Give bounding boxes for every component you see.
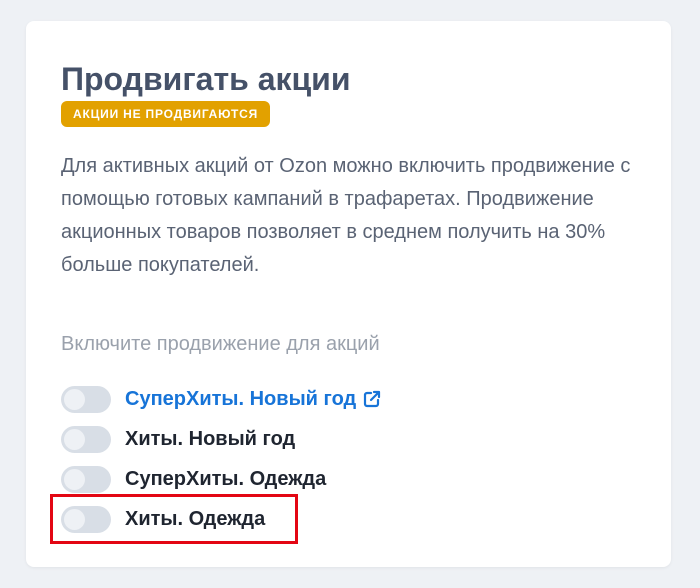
promo-item-hits-clothing: Хиты. Одежда <box>61 499 382 539</box>
promo-label: Хиты. Одежда <box>125 508 266 530</box>
promo-label: СуперХиты. Новый год <box>125 388 357 410</box>
promo-item-superhits-clothing: СуперХиты. Одежда <box>61 459 382 499</box>
card-description: Для активных акций от Ozon можно включит… <box>61 155 631 276</box>
promo-toggle-superhits-clothing[interactable] <box>61 465 111 493</box>
promo-toggle-superhits-new-year[interactable] <box>61 385 111 413</box>
promo-list: СуперХиты. Новый год Хиты. Новый год Суп… <box>61 379 382 539</box>
promo-label: Хиты. Новый год <box>125 428 296 450</box>
promo-link-superhits-new-year[interactable]: СуперХиты. Новый год <box>125 386 382 412</box>
promo-toggle-hits-clothing[interactable] <box>61 505 111 533</box>
status-badge: АКЦИИ НЕ ПРОДВИГАЮТСЯ <box>61 101 271 127</box>
promo-toggle-hits-new-year[interactable] <box>61 425 111 453</box>
promo-item-hits-new-year: Хиты. Новый год <box>61 419 382 459</box>
toggle-knob <box>64 508 85 530</box>
promo-label: СуперХиты. Одежда <box>125 468 327 490</box>
toggle-knob <box>64 428 85 450</box>
external-link-icon <box>364 390 381 408</box>
promo-settings-card: Продвигать акции АКЦИИ НЕ ПРОДВИГАЮТСЯ Д… <box>26 21 671 567</box>
promo-item-superhits-new-year: СуперХиты. Новый год <box>61 379 382 419</box>
enable-hint: Включите продвижение для акций <box>61 333 380 355</box>
card-title: Продвигать акции <box>61 61 351 97</box>
toggle-knob <box>64 388 85 410</box>
toggle-knob <box>64 468 85 490</box>
